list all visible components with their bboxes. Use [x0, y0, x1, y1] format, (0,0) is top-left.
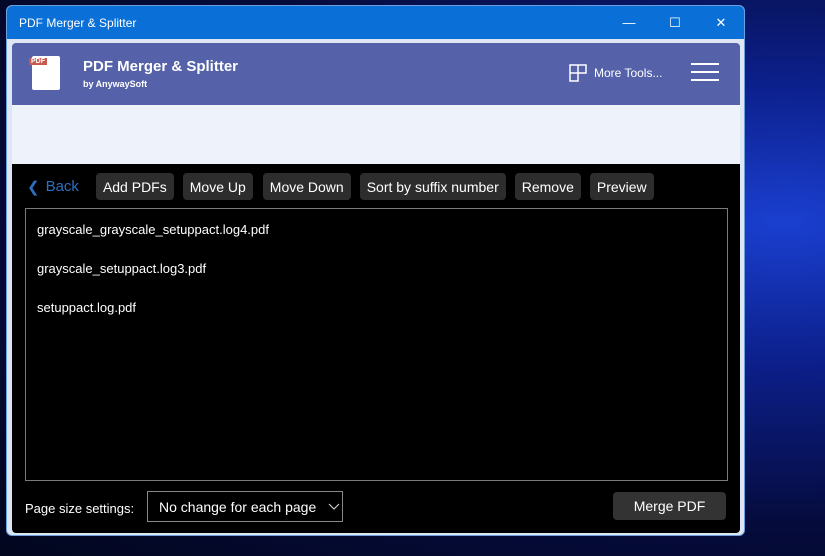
more-tools-label: More Tools... [594, 66, 663, 80]
list-item[interactable]: grayscale_grayscale_setuppact.log4.pdf [37, 222, 269, 237]
page-size-label: Page size settings: [25, 501, 135, 516]
main-content: ❮ Back Add PDFs Move Up Move Down Sort by… [12, 164, 740, 533]
list-item[interactable]: setuppact.log.pdf [37, 300, 136, 315]
app-header: PDF PDF Merger & Splitter by AnywaySoft … [12, 43, 740, 105]
more-tools-button[interactable]: More Tools... [569, 64, 662, 82]
app-logo-icon: PDF [29, 56, 60, 90]
app-title: PDF Merger & Splitter [83, 58, 239, 75]
back-label: Back [45, 177, 79, 195]
add-pdfs-button[interactable]: Add PDFs [95, 173, 174, 200]
toolbar: ❮ Back Add PDFs Move Up Move Down Sort by… [24, 173, 654, 200]
title-bar: PDF Merger & Splitter — ☐ ✕ [7, 6, 744, 39]
logo-text: PDF [29, 58, 47, 65]
move-up-button[interactable]: Move Up [182, 173, 253, 200]
banner-area [12, 105, 740, 164]
back-button[interactable]: ❮ Back [24, 178, 87, 196]
tools-grid-icon [569, 64, 587, 82]
merge-pdf-button[interactable]: Merge PDF [613, 492, 726, 520]
list-item[interactable]: grayscale_setuppact.log3.pdf [37, 261, 206, 276]
close-button[interactable]: ✕ [698, 6, 744, 39]
chevron-left-icon: ❮ [27, 178, 40, 196]
page-size-select[interactable]: No change for each page [147, 491, 343, 522]
file-list[interactable]: grayscale_grayscale_setuppact.log4.pdf g… [25, 208, 728, 481]
window-title: PDF Merger & Splitter [19, 15, 137, 30]
remove-button[interactable]: Remove [514, 173, 581, 200]
preview-button[interactable]: Preview [589, 173, 654, 200]
chevron-down-icon [328, 503, 340, 510]
sort-by-suffix-button[interactable]: Sort by suffix number [359, 173, 506, 200]
minimize-button[interactable]: — [606, 6, 652, 39]
maximize-button[interactable]: ☐ [652, 6, 698, 39]
move-down-button[interactable]: Move Down [262, 173, 351, 200]
hamburger-menu-icon[interactable] [691, 63, 719, 87]
app-window: PDF Merger & Splitter — ☐ ✕ PDF PDF Merg… [6, 5, 745, 536]
app-subtitle: by AnywaySoft [83, 79, 148, 89]
page-size-value: No change for each page [159, 498, 317, 515]
